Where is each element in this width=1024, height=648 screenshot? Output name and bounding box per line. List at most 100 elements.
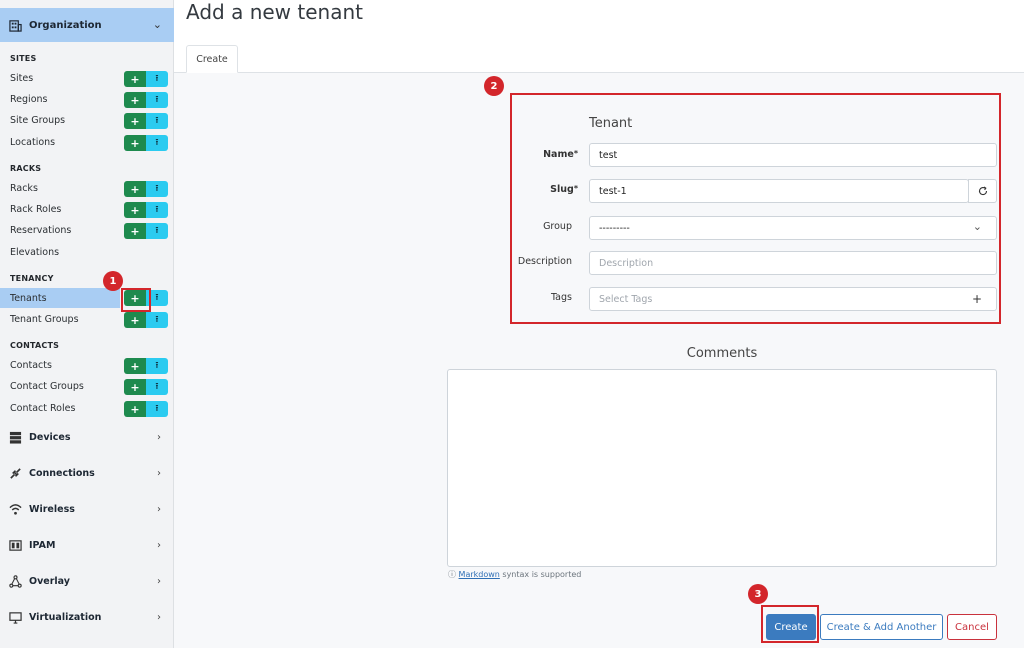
contact-roles-actions: + ⭱ [124, 401, 168, 417]
site-groups-actions: + ⭱ [124, 113, 168, 129]
section-header-contacts: CONTACTS [10, 341, 60, 350]
add-tenant-button[interactable]: + [124, 290, 146, 306]
reservations-actions: + ⭱ [124, 223, 168, 239]
menu-devices-label: Devices [29, 431, 71, 443]
menu-ipam-label: IPAM [29, 539, 56, 551]
menu-virtualization[interactable]: Virtualization › [0, 600, 174, 634]
building-icon [9, 19, 22, 32]
import-tenants-button[interactable]: ⭱ [146, 290, 168, 306]
name-label: Name* [498, 149, 578, 160]
name-field[interactable]: test [589, 143, 997, 167]
refresh-icon [978, 186, 987, 196]
menu-overlay-label: Overlay [29, 575, 70, 587]
section-header-sites: SITES [10, 54, 37, 63]
import-rack-roles-button[interactable]: ⭱ [146, 202, 168, 218]
group-select[interactable]: --------- ⌄ [589, 216, 997, 240]
required-icon: * [573, 184, 578, 193]
counter-icon [9, 539, 22, 551]
markdown-note-text: syntax is supported [502, 570, 582, 579]
required-icon: * [573, 149, 578, 158]
chevron-right-icon: › [157, 611, 161, 623]
monitor-icon [9, 611, 22, 624]
import-contact-groups-button[interactable]: ⭱ [146, 379, 168, 395]
locations-actions: + ⭱ [124, 135, 168, 151]
menu-connections-label: Connections [29, 467, 95, 479]
tenants-actions: + ⭱ [124, 290, 168, 306]
tab-bar [174, 72, 1024, 73]
rack-roles-actions: + ⭱ [124, 202, 168, 218]
chevron-down-icon: ⌄ [152, 18, 162, 31]
chevron-right-icon: › [157, 467, 161, 479]
add-rack-button[interactable]: + [124, 181, 146, 197]
menu-connections[interactable]: Connections › [0, 456, 174, 490]
add-contact-button[interactable]: + [124, 358, 146, 374]
page-title: Add a new tenant [186, 0, 363, 24]
import-reservations-button[interactable]: ⭱ [146, 223, 168, 239]
import-contacts-button[interactable]: ⭱ [146, 358, 168, 374]
add-contact-role-button[interactable]: + [124, 401, 146, 417]
regions-actions: + ⭱ [124, 92, 168, 108]
chevron-right-icon: › [157, 431, 161, 443]
contact-groups-actions: + ⭱ [124, 379, 168, 395]
slug-label: Slug* [498, 184, 578, 195]
add-contact-group-button[interactable]: + [124, 379, 146, 395]
chevron-down-icon: ⌄ [972, 220, 982, 233]
network-icon [9, 574, 22, 588]
sidebar-item-tenants[interactable]: Tenants [0, 288, 120, 308]
step-marker-1: 1 [103, 271, 123, 291]
import-contact-roles-button[interactable]: ⭱ [146, 401, 168, 417]
import-tenant-groups-button[interactable]: ⭱ [146, 312, 168, 328]
description-field[interactable]: Description [589, 251, 997, 275]
section-header-racks: RACKS [10, 164, 42, 173]
import-regions-button[interactable]: ⭱ [146, 92, 168, 108]
description-label: Description [517, 256, 572, 267]
add-region-button[interactable]: + [124, 92, 146, 108]
add-site-group-button[interactable]: + [124, 113, 146, 129]
regenerate-slug-button[interactable] [968, 179, 997, 203]
section-header-tenancy: TENANCY [10, 274, 54, 283]
menu-virtualization-label: Virtualization [29, 611, 102, 623]
group-select-value: --------- [599, 222, 630, 234]
create-button[interactable]: Create [766, 614, 816, 640]
plus-icon: + [971, 292, 982, 306]
menu-overlay[interactable]: Overlay › [0, 564, 174, 598]
add-location-button[interactable]: + [124, 135, 146, 151]
menu-organization[interactable]: Organization ⌄ [0, 8, 174, 42]
menu-ipam[interactable]: IPAM › [0, 528, 174, 562]
cancel-button[interactable]: Cancel [947, 614, 997, 640]
server-icon [9, 431, 22, 444]
slug-field[interactable]: test-1 [589, 179, 969, 203]
add-site-button[interactable]: + [124, 71, 146, 87]
step-marker-3: 3 [748, 584, 768, 604]
chevron-right-icon: › [157, 539, 161, 551]
add-reservation-button[interactable]: + [124, 223, 146, 239]
wifi-icon [9, 503, 22, 515]
import-sites-button[interactable]: ⭱ [146, 71, 168, 87]
markdown-note: ⓘ Markdown syntax is supported [448, 569, 581, 580]
tenant-section-title: Tenant [589, 116, 633, 131]
step-marker-2: 2 [484, 76, 504, 96]
create-and-add-another-button[interactable]: Create & Add Another [820, 614, 943, 640]
menu-wireless[interactable]: Wireless › [0, 492, 174, 526]
contacts-actions: + ⭱ [124, 358, 168, 374]
slug-label-text: Slug [550, 184, 574, 195]
tab-create[interactable]: Create [186, 45, 238, 73]
import-racks-button[interactable]: ⭱ [146, 181, 168, 197]
tags-select[interactable]: Select Tags + [589, 287, 997, 311]
add-tenant-group-button[interactable]: + [124, 312, 146, 328]
info-icon: ⓘ [448, 570, 456, 579]
comments-textarea[interactable] [447, 369, 997, 567]
comments-title: Comments [686, 346, 758, 361]
menu-devices[interactable]: Devices › [0, 420, 174, 454]
markdown-link[interactable]: Markdown [459, 570, 500, 579]
menu-organization-label: Organization [29, 19, 102, 31]
tenant-groups-actions: + ⭱ [124, 312, 168, 328]
import-locations-button[interactable]: ⭱ [146, 135, 168, 151]
chevron-right-icon: › [157, 575, 161, 587]
sites-actions: + ⭱ [124, 71, 168, 87]
sidebar-item-elevations[interactable]: Elevations [0, 242, 174, 262]
racks-actions: + ⭱ [124, 181, 168, 197]
tags-placeholder: Select Tags [599, 293, 653, 305]
import-site-groups-button[interactable]: ⭱ [146, 113, 168, 129]
add-rack-role-button[interactable]: + [124, 202, 146, 218]
